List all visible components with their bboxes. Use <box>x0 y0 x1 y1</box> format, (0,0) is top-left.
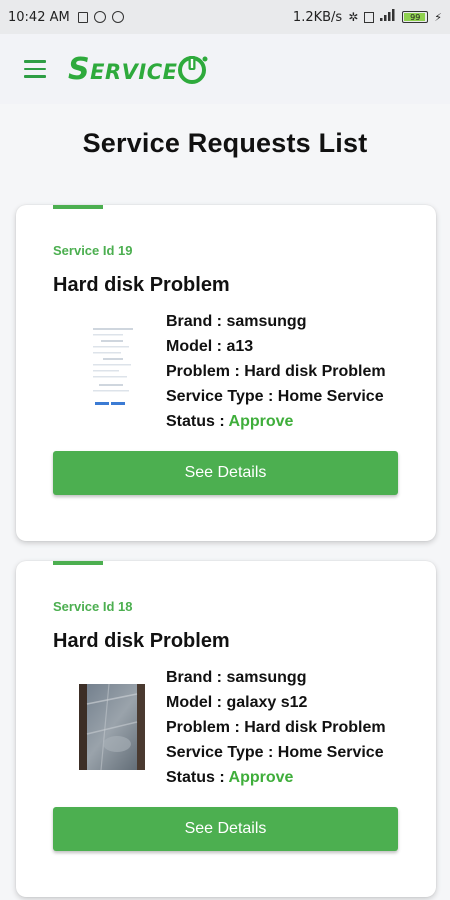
brand-row: Brand : samsungg <box>166 313 307 330</box>
app-bar: Service <box>0 34 450 104</box>
request-title: Hard disk Problem <box>53 274 230 296</box>
service-type-row: Service Type : Home Service <box>166 744 384 761</box>
signal-icon <box>380 9 396 25</box>
battery-icon: 99 <box>402 11 429 23</box>
see-details-button[interactable]: See Details <box>53 451 398 495</box>
hamburger-menu-icon[interactable] <box>24 60 46 78</box>
trash-icon <box>77 11 88 23</box>
request-details: Brand : samsungg Model : a13 Problem : H… <box>166 309 386 434</box>
bluetooth-icon: ✲ <box>348 10 359 24</box>
logo-text: Service <box>68 51 178 87</box>
problem-value: Hard disk Problem <box>244 363 386 380</box>
service-id: Service Id 18 <box>53 599 133 614</box>
status-row: Status : Approve <box>166 413 294 430</box>
service-type-value: Home Service <box>277 388 384 405</box>
request-image <box>79 322 145 408</box>
model-row: Model : a13 <box>166 338 254 355</box>
sync-icon <box>111 11 124 23</box>
request-details: Brand : samsungg Model : galaxy s12 Prob… <box>166 665 386 790</box>
brand-value: samsungg <box>226 313 307 330</box>
service-type-value: Home Service <box>277 744 384 761</box>
request-image <box>79 683 145 771</box>
sim-icon <box>364 11 375 23</box>
see-details-button[interactable]: See Details <box>53 807 398 851</box>
request-title: Hard disk Problem <box>53 630 230 652</box>
service-type-row: Service Type : Home Service <box>166 388 384 405</box>
network-speed: 1.2KB/s <box>292 9 343 25</box>
problem-row: Problem : Hard disk Problem <box>166 363 386 380</box>
model-value: a13 <box>226 338 254 355</box>
card-accent-bar <box>53 561 103 565</box>
brand-row: Brand : samsungg <box>166 669 307 686</box>
power-plug-icon <box>178 56 208 84</box>
status-time: 10:42 AM <box>8 9 70 25</box>
service-id: Service Id 19 <box>53 243 133 258</box>
status-row: Status : Approve <box>166 769 294 786</box>
model-value: galaxy s12 <box>226 694 308 711</box>
sync-icon <box>93 11 106 23</box>
model-row: Model : galaxy s12 <box>166 694 308 711</box>
status-value: Approve <box>228 769 294 786</box>
status-bar: 10:42 AM 1.2KB/s ✲ 99 ⚡ <box>0 0 450 34</box>
status-value: Approve <box>228 413 294 430</box>
problem-value: Hard disk Problem <box>244 719 386 736</box>
brand-value: samsungg <box>226 669 307 686</box>
service-request-card: Service Id 18 Hard disk Problem Brand : … <box>16 561 436 897</box>
problem-row: Problem : Hard disk Problem <box>166 719 386 736</box>
app-logo: Service <box>68 52 210 87</box>
service-request-card: Service Id 19 Hard disk Problem Brand : … <box>16 205 436 541</box>
charging-icon: ⚡ <box>434 10 442 24</box>
card-accent-bar <box>53 205 103 209</box>
page-title: Service Requests List <box>82 128 368 158</box>
